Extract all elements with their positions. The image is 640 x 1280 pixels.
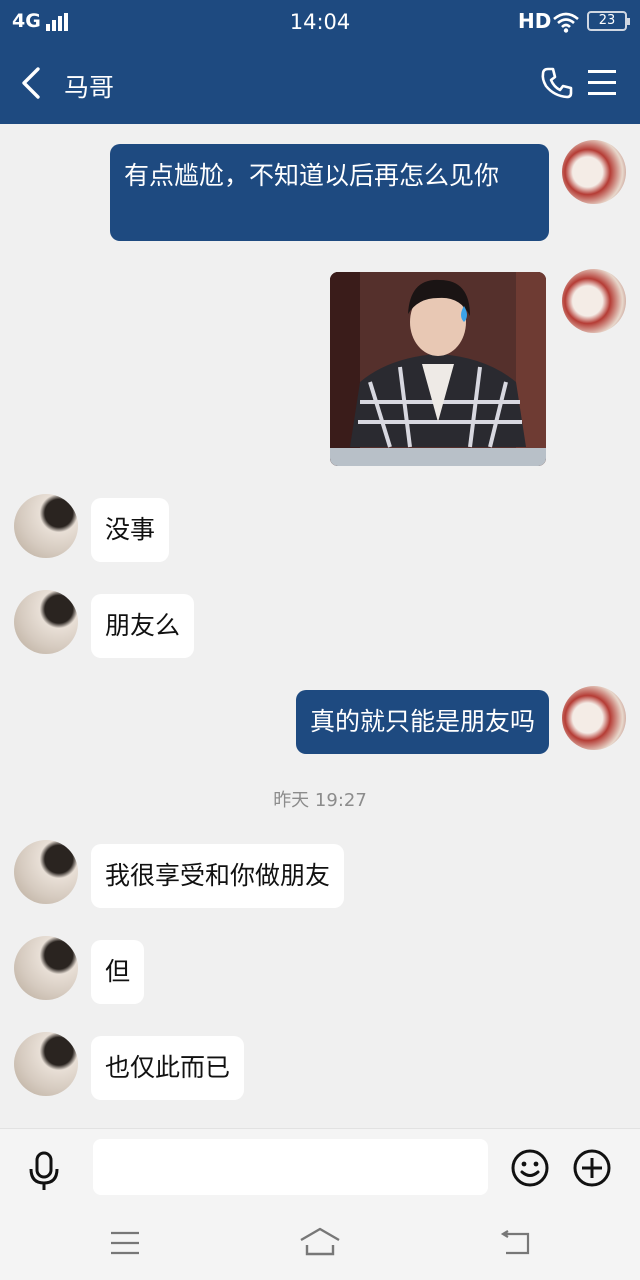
photo-content [330,272,546,466]
home-icon[interactable] [299,1226,341,1258]
message-incoming: 没事 [0,494,640,564]
smiley-icon[interactable] [510,1148,550,1188]
message-bubble[interactable]: 朋友么 [91,594,195,658]
message-incoming: 朋友么 [0,590,640,660]
message-bubble[interactable]: 但 [91,940,145,1004]
hd-indicator: HD [518,9,552,33]
avatar[interactable] [14,494,78,558]
timestamp: 昨天 19:27 [273,790,367,811]
message-bubble[interactable]: 真的就只能是朋友吗 [295,690,549,754]
input-bar [0,1128,640,1206]
battery-indicator: 23 [587,11,630,31]
message-bubble[interactable]: 也仅此而已 [91,1036,245,1100]
message-bubble[interactable]: 没事 [91,498,170,562]
wifi-icon [553,12,579,33]
plus-circle-icon[interactable] [572,1148,612,1188]
chat-messages[interactable]: 有点尴尬，不知道以后再怎么见你 没事 朋友么 真的就只能是朋友吗 昨天 19:2… [0,124,640,1128]
phone-icon[interactable] [540,66,574,100]
chat-title: 马哥 [64,73,115,102]
app-header: 4G 14:04 HD 23 马哥 [0,0,640,124]
message-bubble[interactable]: 我很享受和你做朋友 [91,844,345,908]
message-bubble[interactable]: 有点尴尬，不知道以后再怎么见你 [110,144,549,241]
avatar[interactable] [562,140,626,204]
recent-apps-icon[interactable] [110,1230,140,1256]
status-bar: 4G 14:04 HD 23 [0,0,640,44]
message-incoming: 但 [0,936,640,1006]
back-nav-icon[interactable] [500,1228,532,1256]
message-outgoing: 有点尴尬，不知道以后再怎么见你 [0,124,640,244]
system-nav-bar [0,1206,640,1280]
avatar[interactable] [14,1032,78,1096]
avatar[interactable] [562,269,626,333]
message-input[interactable] [93,1139,488,1195]
message-incoming: 我很享受和你做朋友 [0,840,640,910]
message-outgoing-image [0,264,640,474]
chevron-left-icon[interactable] [18,66,44,100]
microphone-icon[interactable] [26,1151,62,1191]
message-outgoing: 真的就只能是朋友吗 [0,686,640,756]
avatar[interactable] [14,590,78,654]
avatar[interactable] [562,686,626,750]
message-incoming: 也仅此而已 [0,1032,640,1102]
avatar[interactable] [14,936,78,1000]
hamburger-menu-icon[interactable] [588,68,618,98]
avatar[interactable] [14,840,78,904]
message-image[interactable] [330,272,546,466]
